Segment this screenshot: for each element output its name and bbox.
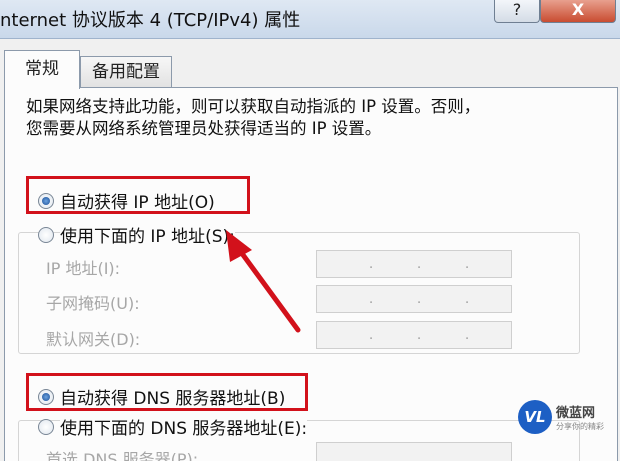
close-button[interactable]: X bbox=[540, 0, 616, 23]
manual-dns-radio[interactable]: 使用下面的 DNS 服务器地址(E): bbox=[38, 414, 308, 439]
highlight-box-auto-dns bbox=[26, 373, 308, 411]
ip-dot: . bbox=[369, 328, 374, 343]
title-bar: nternet 协议版本 4 (TCP/IPv4) 属性 ? X bbox=[0, 0, 620, 39]
radio-unselected-icon bbox=[38, 227, 54, 243]
ip-dot: . bbox=[417, 292, 422, 307]
description-line-1: 如果网络支持此功能，则可以获取自动指派的 IP 设置。否则， bbox=[26, 97, 481, 116]
tab-general[interactable]: 常规 bbox=[4, 50, 80, 89]
ip-dot: . bbox=[417, 257, 422, 272]
manual-ip-radio[interactable]: 使用下面的 IP 地址(S): bbox=[38, 222, 235, 247]
window-title: nternet 协议版本 4 (TCP/IPv4) 属性 bbox=[0, 10, 301, 31]
tab-alternate-config[interactable]: 备用配置 bbox=[80, 56, 172, 87]
help-button[interactable]: ? bbox=[494, 0, 540, 23]
preferred-dns-label: 首选 DNS 服务器(P): bbox=[46, 450, 199, 461]
radio-unselected-icon bbox=[38, 419, 54, 435]
ip-dot: . bbox=[369, 292, 374, 307]
subnet-mask-label: 子网掩码(U): bbox=[46, 294, 140, 313]
description-line-2: 您需要从网络系统管理员处获得适当的 IP 设置。 bbox=[26, 119, 382, 138]
ip-address-label: IP 地址(I): bbox=[46, 259, 121, 278]
description-text: 如果网络支持此功能，则可以获取自动指派的 IP 设置。否则， 您需要从网络系统管… bbox=[26, 96, 480, 140]
ipv4-properties-dialog: nternet 协议版本 4 (TCP/IPv4) 属性 ? X 常规 备用配置… bbox=[0, 0, 620, 461]
subnet-mask-input[interactable]: . . . bbox=[316, 285, 512, 313]
manual-ip-label: 使用下面的 IP 地址(S): bbox=[60, 227, 235, 247]
watermark-logo-icon: VL bbox=[518, 400, 552, 434]
default-gateway-input[interactable]: . . . bbox=[316, 321, 512, 349]
highlight-box-auto-ip bbox=[26, 176, 250, 214]
watermark-subtitle: 分享你的精彩 bbox=[556, 422, 604, 431]
ip-dot: . bbox=[465, 292, 470, 307]
watermark-name: 微蓝网 bbox=[556, 406, 596, 421]
ip-dot: . bbox=[465, 257, 470, 272]
ip-dot: . bbox=[417, 328, 422, 343]
site-watermark: VL 微蓝网 分享你的精彩 bbox=[518, 400, 616, 436]
ip-address-input[interactable]: . . . bbox=[316, 250, 512, 278]
ip-dot: . bbox=[369, 257, 374, 272]
default-gateway-label: 默认网关(D): bbox=[46, 330, 141, 349]
preferred-dns-input[interactable] bbox=[316, 442, 512, 461]
ip-dot: . bbox=[465, 328, 470, 343]
manual-dns-label: 使用下面的 DNS 服务器地址(E): bbox=[60, 419, 308, 439]
